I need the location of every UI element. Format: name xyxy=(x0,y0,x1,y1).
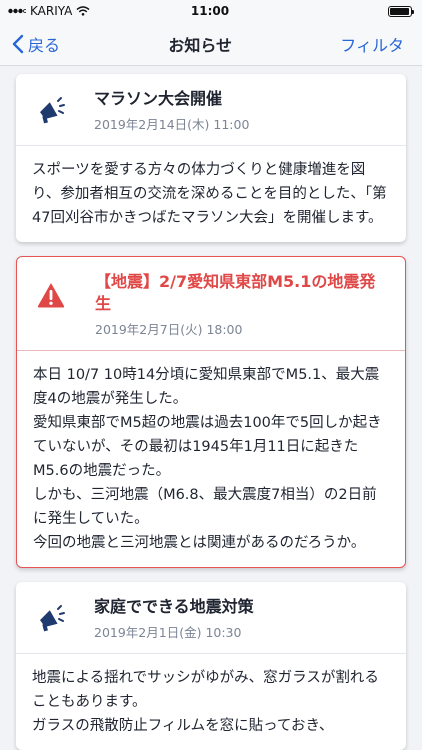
notice-date: 2019年2月1日(金) 10:30 xyxy=(94,625,242,640)
back-label: 戻る xyxy=(28,35,61,55)
battery-icon xyxy=(387,5,414,17)
warning-icon xyxy=(33,277,69,313)
notice-title: マラソン大会開催 xyxy=(94,89,223,108)
battery-fill xyxy=(389,7,409,15)
notice-body: スポーツを愛する方々の体力づくりと健康増進を図り、参加者相互の交流を深めることを… xyxy=(32,162,387,226)
notice-heading: 【地震】2/7愛知県東部M5.1の地震発生 2019年2月7日(火) 18:00 xyxy=(95,271,389,338)
status-left: KARIYA xyxy=(8,4,128,18)
notice-body: 地震による揺れでサッシがゆがみ、窓ガラスが割れることもあります。 ガラスの飛散防… xyxy=(32,670,379,734)
notice-heading: 家庭でできる地震対策 2019年2月1日(金) 10:30 xyxy=(94,596,254,641)
notice-header: マラソン大会開催 2019年2月14日(木) 11:00 xyxy=(16,74,406,146)
chevron-left-icon xyxy=(12,34,24,53)
notice-card[interactable]: 家庭でできる地震対策 2019年2月1日(金) 10:30 地震による揺れでサッ… xyxy=(16,582,406,750)
notice-heading: マラソン大会開催 2019年2月14日(木) 11:00 xyxy=(94,88,249,133)
notice-card[interactable]: マラソン大会開催 2019年2月14日(木) 11:00 スポーツを愛する方々の… xyxy=(16,74,406,242)
notice-list: マラソン大会開催 2019年2月14日(木) 11:00 スポーツを愛する方々の… xyxy=(0,66,422,750)
status-bar: KARIYA 11:00 xyxy=(0,0,422,22)
signal-icon xyxy=(8,8,26,14)
notice-card-alert[interactable]: 【地震】2/7愛知県東部M5.1の地震発生 2019年2月7日(火) 18:00… xyxy=(16,256,406,568)
notice-title: 【地震】2/7愛知県東部M5.1の地震発生 xyxy=(95,272,376,313)
megaphone-icon xyxy=(32,94,68,130)
status-time: 11:00 xyxy=(190,4,230,18)
wifi-icon xyxy=(76,6,90,16)
back-button[interactable]: 戻る xyxy=(12,32,60,56)
notice-date: 2019年2月7日(火) 18:00 xyxy=(95,322,243,337)
carrier-label: KARIYA xyxy=(30,4,73,18)
notice-date: 2019年2月14日(木) 11:00 xyxy=(94,117,250,132)
megaphone-icon xyxy=(32,602,68,638)
notice-header: 【地震】2/7愛知県東部M5.1の地震発生 2019年2月7日(火) 18:00 xyxy=(17,257,405,351)
status-right xyxy=(292,5,414,17)
notice-title: 家庭でできる地震対策 xyxy=(94,597,254,616)
notice-body: 本日 10/7 10時14分頃に愛知県東部でM5.1、最大震度4の地震が発生した… xyxy=(33,367,382,551)
navigation-bar: 戻る お知らせ フィルタ xyxy=(0,22,422,66)
page-title: お知らせ xyxy=(168,35,232,55)
filter-button[interactable]: フィルタ xyxy=(340,32,404,56)
notice-header: 家庭でできる地震対策 2019年2月1日(金) 10:30 xyxy=(16,582,406,654)
